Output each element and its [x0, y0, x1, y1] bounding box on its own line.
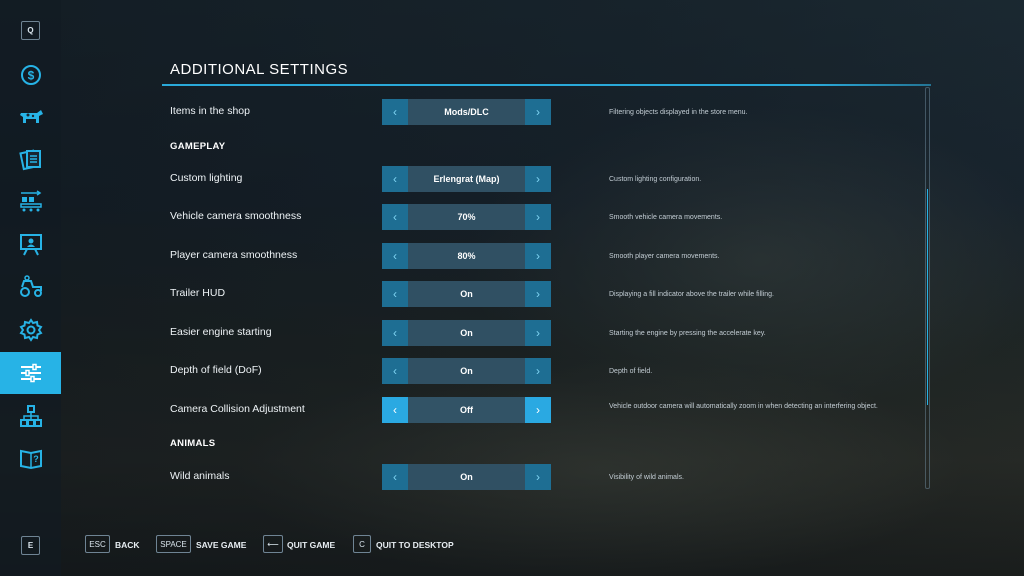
section-header-animals: ANIMALS — [170, 438, 216, 449]
chevron-left-icon[interactable]: ‹ — [382, 464, 408, 490]
setting-selector: ‹ 70% › — [382, 204, 551, 230]
setting-value[interactable]: On — [408, 358, 525, 384]
esc-key: ESC — [85, 535, 110, 553]
scrollbar[interactable] — [925, 87, 930, 489]
setting-row-depth-of-field: Depth of field (DoF) ‹ On › Depth of fie… — [0, 358, 1024, 384]
svg-text:?: ? — [33, 454, 39, 464]
chevron-right-icon[interactable]: › — [525, 320, 551, 346]
setting-value[interactable]: On — [408, 320, 525, 346]
setting-description: Visibility of wild animals. — [609, 474, 684, 481]
page-title: ADDITIONAL SETTINGS — [170, 61, 349, 78]
chevron-left-icon[interactable]: ‹ — [382, 166, 408, 192]
chevron-left-icon[interactable]: ‹ — [382, 358, 408, 384]
title-divider — [162, 84, 931, 86]
sidebar-item-finances[interactable]: $ — [0, 54, 61, 96]
setting-label: Items in the shop — [170, 105, 250, 117]
setting-row-shop-items: Items in the shop ‹ Mods/DLC › Filtering… — [0, 99, 1024, 125]
setting-selector: ‹ On › — [382, 464, 551, 490]
chevron-left-icon[interactable]: ‹ — [382, 397, 408, 423]
setting-label: Camera Collision Adjustment — [170, 403, 305, 415]
setting-value[interactable]: Erlengrat (Map) — [408, 166, 525, 192]
setting-label: Depth of field (DoF) — [170, 364, 262, 376]
setting-label: Trailer HUD — [170, 287, 226, 299]
chevron-left-icon[interactable]: ‹ — [382, 320, 408, 346]
setting-label: Wild animals — [170, 470, 230, 482]
setting-selector-focused: ‹ Off › — [382, 397, 551, 423]
setting-row-engine-starting: Easier engine starting ‹ On › Starting t… — [0, 320, 1024, 346]
setting-value[interactable]: Off — [408, 397, 525, 423]
chevron-left-icon[interactable]: ‹ — [382, 281, 408, 307]
setting-selector: ‹ Mods/DLC › — [382, 99, 551, 125]
setting-description: Smooth vehicle camera movements. — [609, 214, 723, 221]
setting-row-vehicle-camera: Vehicle camera smoothness ‹ 70% › Smooth… — [0, 204, 1024, 230]
chevron-right-icon[interactable]: › — [525, 166, 551, 192]
setting-row-trailer-hud: Trailer HUD ‹ On › Displaying a fill ind… — [0, 281, 1024, 307]
setting-selector: ‹ Erlengrat (Map) › — [382, 166, 551, 192]
setting-value[interactable]: Mods/DLC — [408, 99, 525, 125]
setting-value[interactable]: On — [408, 281, 525, 307]
chevron-right-icon[interactable]: › — [525, 281, 551, 307]
chevron-left-icon[interactable]: ‹ — [382, 99, 408, 125]
setting-description: Depth of field. — [609, 368, 653, 375]
space-key: SPACE — [156, 535, 191, 553]
c-key: C — [353, 535, 371, 553]
setting-selector: ‹ On › — [382, 320, 551, 346]
chevron-right-icon[interactable]: › — [525, 204, 551, 230]
setting-description: Custom lighting configuration. — [609, 176, 702, 183]
setting-selector: ‹ On › — [382, 358, 551, 384]
setting-row-custom-lighting: Custom lighting ‹ Erlengrat (Map) › Cust… — [0, 166, 1024, 192]
setting-row-wild-animals: Wild animals ‹ On › Visibility of wild a… — [0, 464, 1024, 490]
setting-description: Vehicle outdoor camera will automaticall… — [609, 403, 878, 410]
setting-label: Easier engine starting — [170, 326, 272, 338]
section-header-gameplay: GAMEPLAY — [170, 141, 226, 152]
back-button[interactable]: BACK — [115, 540, 140, 550]
quit-game-button[interactable]: QUIT GAME — [287, 540, 335, 550]
sidebar-next-key[interactable]: E — [21, 536, 40, 555]
setting-selector: ‹ 80% › — [382, 243, 551, 269]
setting-label: Player camera smoothness — [170, 249, 298, 261]
dollar-icon: $ — [20, 65, 41, 85]
svg-text:$: $ — [27, 69, 34, 83]
setting-description: Filtering objects displayed in the store… — [609, 109, 748, 116]
sidebar-prev-key[interactable]: Q — [21, 21, 40, 40]
setting-value[interactable]: 70% — [408, 204, 525, 230]
chevron-right-icon[interactable]: › — [525, 358, 551, 384]
chevron-right-icon[interactable]: › — [525, 464, 551, 490]
setting-description: Starting the engine by pressing the acce… — [609, 330, 766, 337]
save-game-button[interactable]: SAVE GAME — [196, 540, 246, 550]
backspace-key-icon: ⟵ — [263, 535, 283, 553]
chevron-left-icon[interactable]: ‹ — [382, 243, 408, 269]
setting-label: Vehicle camera smoothness — [170, 210, 302, 222]
setting-description: Smooth player camera movements. — [609, 253, 720, 260]
setting-value[interactable]: 80% — [408, 243, 525, 269]
setting-row-player-camera: Player camera smoothness ‹ 80% › Smooth … — [0, 243, 1024, 269]
chevron-right-icon[interactable]: › — [525, 397, 551, 423]
setting-value[interactable]: On — [408, 464, 525, 490]
chevron-left-icon[interactable]: ‹ — [382, 204, 408, 230]
setting-selector: ‹ On › — [382, 281, 551, 307]
chevron-right-icon[interactable]: › — [525, 243, 551, 269]
setting-description: Displaying a fill indicator above the tr… — [609, 291, 774, 298]
quit-to-desktop-button[interactable]: QUIT TO DESKTOP — [376, 540, 454, 550]
setting-label: Custom lighting — [170, 172, 243, 184]
setting-row-camera-collision: Camera Collision Adjustment ‹ Off › Vehi… — [0, 397, 1024, 423]
scrollbar-thumb[interactable] — [927, 189, 928, 405]
chevron-right-icon[interactable]: › — [525, 99, 551, 125]
